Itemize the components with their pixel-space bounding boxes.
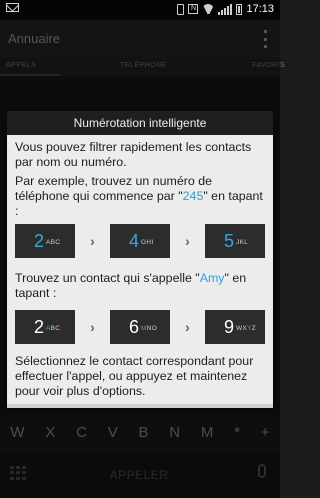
example-name-keys: 2 ABC › 6 MNO › 9 WXYZ	[15, 310, 265, 344]
key-tile: 2 ABC	[15, 224, 75, 258]
nfc-icon: N	[188, 4, 199, 14]
smart-dial-dialog: Numérotation intelligente Vous pouvez fi…	[7, 111, 273, 408]
key-tile: 6 MNO	[110, 310, 170, 344]
example-name-block: Trouvez un contact qui s'appelle "Amy" e…	[15, 271, 267, 305]
intro-text: Vous pouvez filtrer rapidement les conta…	[15, 140, 252, 169]
chevron-right-icon: ›	[185, 233, 190, 249]
key-tile: 2 ABC	[15, 310, 75, 344]
dialog-title: Numérotation intelligente	[73, 116, 207, 130]
key-letters: JKL	[236, 239, 249, 246]
key-tile: 5 JKL	[205, 224, 265, 258]
vibrate-icon	[177, 3, 185, 15]
dialog-header: Numérotation intelligente	[7, 111, 273, 135]
key-letters: ABC	[46, 325, 60, 332]
example-name-value: Amy	[199, 271, 225, 285]
chevron-right-icon: ›	[185, 319, 190, 335]
example-number-keys: 2 ABC › 4 GHI › 5 JKL	[15, 224, 265, 258]
key-letter-pre: WX	[236, 325, 248, 332]
chevron-right-icon: ›	[90, 319, 95, 335]
dialog-body: Vous pouvez filtrer rapidement les conta…	[15, 140, 267, 223]
key-digit: 4	[128, 231, 139, 251]
key-letter-rest: BC	[50, 325, 61, 332]
key-letters: GHI	[141, 239, 154, 246]
key-digit: 5	[223, 231, 234, 251]
mail-notification-icon	[6, 3, 19, 12]
key-letters: MNO	[141, 325, 157, 332]
key-letter-rest: NO	[146, 325, 158, 332]
example-name-prefix: Trouvez un contact qui s'appelle "	[15, 271, 200, 285]
key-digit: 6	[128, 317, 139, 337]
key-tile: 9 WXYZ	[205, 310, 265, 344]
key-letters: ABC	[46, 239, 61, 246]
key-digit: 9	[223, 317, 234, 337]
key-digit: 2	[33, 317, 44, 337]
key-letter-rest: Z	[251, 325, 256, 332]
outro-text: Sélectionnez le contact correspondant po…	[15, 354, 254, 398]
example-number-text: Par exemple, trouvez un numéro de téléph…	[15, 174, 267, 219]
key-digit: 2	[33, 231, 44, 251]
dialog-bottom-edge	[7, 404, 273, 408]
signal-icon	[218, 3, 233, 15]
chevron-right-icon: ›	[90, 233, 95, 249]
status-clock: 17:13	[246, 3, 274, 15]
battery-icon	[236, 3, 243, 15]
key-tile: 4 GHI	[110, 224, 170, 258]
wifi-icon	[202, 4, 214, 14]
status-bar: N 17:13	[0, 0, 280, 20]
example-number-value: 245	[182, 189, 204, 203]
key-letters: WXYZ	[236, 325, 256, 332]
example-name-text: Trouvez un contact qui s'appelle "Amy" e…	[15, 271, 267, 301]
outro-block: Sélectionnez le contact correspondant po…	[15, 354, 267, 403]
